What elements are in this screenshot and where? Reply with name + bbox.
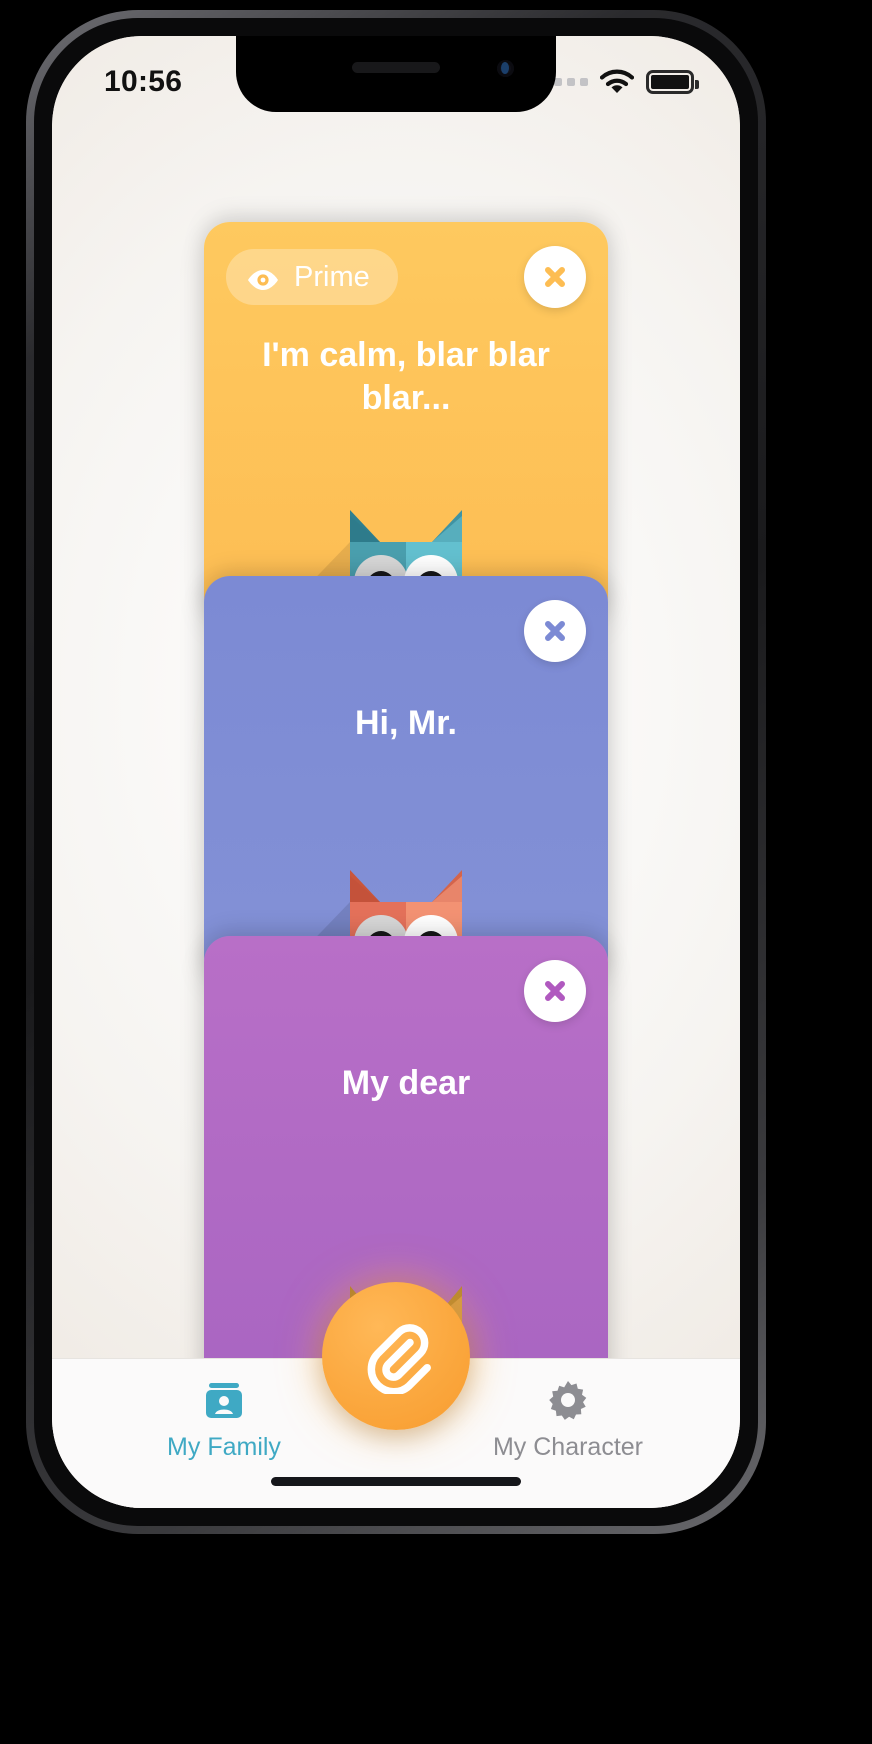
screenshot-stage: Prime I'm calm, blar blar blar... Hi, Mr… <box>0 0 872 1744</box>
status-clock: 10:56 <box>104 65 183 98</box>
phone-frame: Prime I'm calm, blar blar blar... Hi, Mr… <box>26 10 766 1534</box>
front-camera <box>497 60 514 77</box>
prime-badge[interactable]: Prime <box>226 249 398 305</box>
message-card-blue[interactable]: Hi, Mr. <box>204 576 608 982</box>
gear-icon <box>546 1377 590 1423</box>
attach-fab-button[interactable] <box>322 1282 470 1430</box>
card-header-purple <box>226 958 586 1024</box>
prime-badge-label: Prime <box>294 260 370 293</box>
close-button-blue[interactable] <box>524 600 586 662</box>
card-message-purple: My dear <box>341 1064 471 1102</box>
close-icon <box>545 981 565 1001</box>
tab-my-family-label: My Family <box>167 1433 281 1461</box>
battery-full-icon <box>646 70 699 94</box>
earpiece-speaker <box>352 62 440 73</box>
card-message-orange: I'm calm, blar blar blar... <box>262 336 550 417</box>
device-notch <box>236 36 556 112</box>
card-header-orange: Prime <box>226 244 586 310</box>
card-message-blue: Hi, Mr. <box>354 704 458 742</box>
phone-bezel: Prime I'm calm, blar blar blar... Hi, Mr… <box>34 18 758 1526</box>
message-card-orange[interactable]: Prime I'm calm, blar blar blar... <box>204 222 608 622</box>
close-button-purple[interactable] <box>524 960 586 1022</box>
eye-icon <box>246 266 280 290</box>
phone-screen: Prime I'm calm, blar blar blar... Hi, Mr… <box>52 36 740 1508</box>
home-indicator[interactable] <box>271 1477 521 1486</box>
tab-my-character-label: My Character <box>492 1433 644 1461</box>
app-root: Prime I'm calm, blar blar blar... Hi, Mr… <box>52 36 740 1508</box>
card-header-blue <box>226 598 586 664</box>
paperclip-icon <box>367 1324 431 1394</box>
wifi-icon <box>599 69 635 95</box>
contact-card-icon <box>202 1377 246 1423</box>
status-icons <box>541 69 699 95</box>
close-icon <box>545 621 565 641</box>
close-icon <box>545 267 565 287</box>
close-button-orange[interactable] <box>524 246 586 308</box>
